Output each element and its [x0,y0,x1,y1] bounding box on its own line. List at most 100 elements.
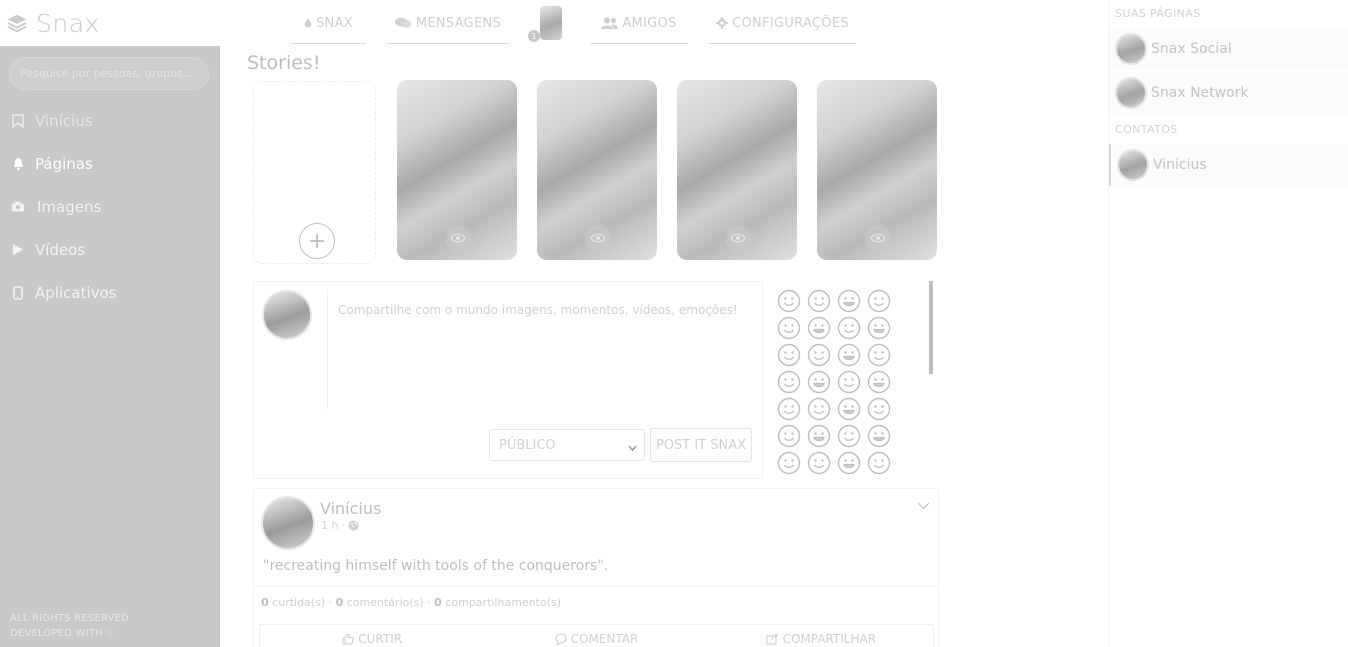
emoji-icon[interactable] [777,316,807,343]
users-icon [601,17,619,29]
comment-button[interactable]: COMENTAR [484,625,708,647]
camera-icon [11,200,25,214]
avatar [1117,149,1149,181]
emoji-icon[interactable] [867,424,897,451]
emoji-icon[interactable] [867,478,897,479]
emoji-icon[interactable] [837,289,867,316]
emoji-icon[interactable] [807,289,837,316]
emoji-icon[interactable] [777,370,807,397]
tab-settings[interactable]: CONFIGURAÇÕES [709,0,856,46]
nav-user-avatar[interactable] [540,6,562,40]
like-button[interactable]: CURTIR [260,625,484,647]
post-meta: 1 h · [321,519,359,532]
sidebar-item-pages[interactable]: Páginas [0,142,220,185]
eye-icon[interactable] [445,225,471,251]
emoji-icon[interactable] [837,316,867,343]
contact-name: Vinícius [1153,157,1207,173]
emoji-icon[interactable] [777,478,807,479]
emoji-icon[interactable] [867,289,897,316]
post-button[interactable]: POST IT SNAX [650,428,752,462]
globe-icon [348,520,359,531]
emoji-icon[interactable] [837,478,867,479]
emoji-icon[interactable] [807,478,837,479]
emoji-icon[interactable] [867,370,897,397]
emoji-panel [770,281,935,479]
emoji-icon[interactable] [867,451,897,478]
story-card[interactable] [397,80,517,260]
sidebar-search-input[interactable] [9,57,209,90]
contact-item[interactable]: Vinícius [1109,144,1348,186]
eye-icon[interactable] [865,225,891,251]
page-item[interactable]: Snax Social [1109,28,1348,70]
sidebar-item-label: Imagens [37,197,102,216]
sidebar-footer: ALL RIGHTS RESERVED DEVELOPED WITH ♡ [10,611,129,641]
emoji-icon[interactable] [777,424,807,451]
emoji-icon[interactable] [807,316,837,343]
emoji-icon[interactable] [807,397,837,424]
sidebar-item-videos[interactable]: Vídeos [0,228,220,271]
tab-snax[interactable]: SNAX [291,0,366,46]
mobile-icon [11,285,25,300]
tab-messages[interactable]: MENSAGENS [387,0,509,46]
post-actions: CURTIR COMENTAR COMPARTILHAR [259,624,934,647]
eye-icon[interactable] [725,225,751,251]
avatar [1115,33,1147,65]
emoji-icon[interactable] [777,451,807,478]
pages-heading: SUAS PÁGINAS [1115,7,1201,20]
page-name: Snax Social [1151,41,1232,57]
emoji-icon[interactable] [867,343,897,370]
right-panel: SUAS PÁGINAS Snax Social Snax Network CO… [1108,0,1348,647]
add-story-button[interactable]: + [299,223,335,259]
contacts-heading: CONTATOS [1115,123,1178,136]
sidebar-item-images[interactable]: Imagens [0,185,220,228]
drop-icon [304,17,312,29]
emoji-icon[interactable] [867,316,897,343]
emoji-icon[interactable] [777,397,807,424]
emoji-icon[interactable] [777,289,807,316]
emoji-icon[interactable] [807,451,837,478]
tab-underline [291,43,366,44]
sidebar-item-profile[interactable]: Vinícius [0,99,220,142]
emoji-icon[interactable] [867,397,897,424]
tab-label: SNAX [316,15,353,31]
story-add-card: + [253,81,376,264]
emoji-icon[interactable] [837,397,867,424]
emoji-icon[interactable] [837,451,867,478]
share-button[interactable]: COMPARTILHAR [709,625,933,647]
thumbs-up-icon [342,633,355,645]
tab-friends[interactable]: AMIGOS [590,0,688,46]
eye-icon[interactable] [585,225,611,251]
avatar[interactable] [261,496,315,550]
page-name: Snax Network [1151,85,1249,101]
emoji-scrollbar[interactable] [929,281,933,374]
brand-header[interactable]: Snax [0,0,220,46]
emoji-icon[interactable] [837,424,867,451]
avatar [1115,77,1147,109]
post-text: "recreating himself with tools of the co… [263,558,609,574]
emoji-icon[interactable] [777,343,807,370]
bell-icon [11,157,25,171]
emoji-icon[interactable] [807,343,837,370]
sidebar-item-label: Aplicativos [35,283,117,302]
emoji-icon[interactable] [837,343,867,370]
post-textarea[interactable] [327,290,755,410]
emoji-icon[interactable] [807,424,837,451]
story-card[interactable] [677,80,797,260]
share-label: COMPARTILHAR [782,632,877,646]
story-card[interactable] [817,80,937,260]
post-author[interactable]: Vinícius [320,499,381,518]
tab-underline [590,43,688,44]
sidebar-item-apps[interactable]: Aplicativos [0,271,220,314]
visibility-select[interactable]: PÚBLICO [489,429,645,461]
chat-icon [394,17,412,29]
visibility-value: PÚBLICO [499,437,556,453]
story-card[interactable] [537,80,657,260]
page-item[interactable]: Snax Network [1109,72,1348,114]
avatar [262,290,312,340]
sidebar-item-label: Páginas [35,154,93,173]
comment-label: COMENTAR [570,632,639,646]
like-count: 0 [261,596,269,609]
emoji-icon[interactable] [807,370,837,397]
chevron-down-icon[interactable] [917,495,930,514]
emoji-icon[interactable] [837,370,867,397]
